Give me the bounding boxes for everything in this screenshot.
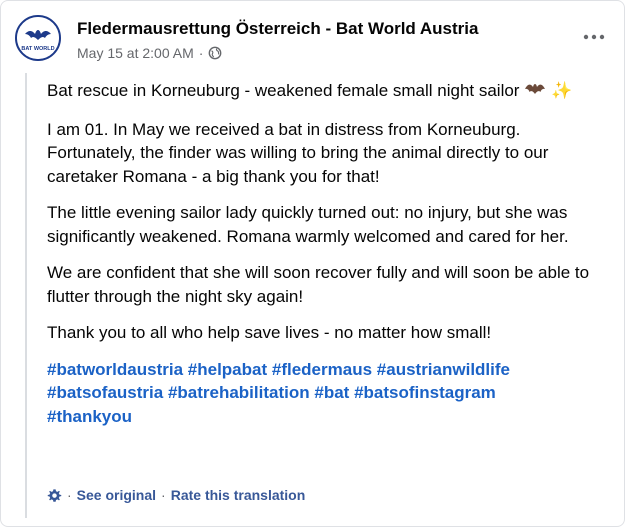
globe-icon[interactable]	[208, 46, 222, 60]
post-meta: May 15 at 2:00 AM ·	[77, 45, 222, 61]
timestamp-link[interactable]: May 15 at 2:00 AM	[77, 45, 194, 61]
page-name-link[interactable]: Fledermausrettung Österreich - Bat World…	[77, 19, 478, 39]
bat-emoji-icon	[524, 80, 546, 105]
post-title: Bat rescue in Korneuburg - weakened fema…	[47, 79, 607, 105]
post-body: Bat rescue in Korneuburg - weakened fema…	[47, 79, 607, 441]
hashtag-list: #batworldaustria #helpabat #fledermaus #…	[47, 358, 607, 429]
hashtag-link[interactable]: #thankyou	[47, 407, 132, 426]
post-paragraph: The little evening sailor lady quickly t…	[47, 203, 569, 246]
hashtag-link[interactable]: #austrianwildlife	[377, 360, 510, 379]
shared-post-border	[25, 73, 27, 518]
bat-logo-icon: BAT WORLD	[17, 17, 59, 59]
meta-separator: ·	[198, 45, 204, 61]
post-paragraph: Thank you to all who help save lives - n…	[47, 323, 492, 342]
hashtag-link[interactable]: #fledermaus	[272, 360, 372, 379]
hashtag-link[interactable]: #batrehabilitation	[168, 383, 310, 402]
hashtag-link[interactable]: #batsofaustria	[47, 383, 163, 402]
post-card: BAT WORLD Fledermausrettung Österreich -…	[0, 0, 625, 527]
hashtag-link[interactable]: #helpabat	[188, 360, 267, 379]
post-header: BAT WORLD Fledermausrettung Österreich -…	[15, 11, 610, 63]
more-dots-icon	[583, 34, 605, 40]
more-options-button[interactable]	[578, 25, 610, 49]
translation-bar: · See original · Rate this translation	[47, 487, 305, 503]
post-paragraph: We are confident that she will soon reco…	[47, 263, 590, 306]
post-title-text: Bat rescue in Korneuburg - weakened fema…	[47, 81, 520, 100]
post-paragraph: I am 01. In May we received a bat in dis…	[47, 119, 549, 186]
hashtag-link[interactable]: #batsofinstagram	[354, 383, 496, 402]
translation-separator: ·	[67, 487, 72, 503]
gear-icon[interactable]	[47, 488, 62, 503]
rate-translation-link[interactable]: Rate this translation	[171, 487, 306, 503]
avatar[interactable]: BAT WORLD	[15, 15, 61, 61]
hashtag-link[interactable]: #bat	[314, 383, 349, 402]
sparkles-emoji: ✨	[550, 81, 573, 101]
see-original-link[interactable]: See original	[77, 487, 156, 503]
translation-separator: ·	[161, 487, 166, 503]
avatar-text: BAT WORLD	[21, 46, 54, 52]
hashtag-link[interactable]: #batworldaustria	[47, 360, 183, 379]
